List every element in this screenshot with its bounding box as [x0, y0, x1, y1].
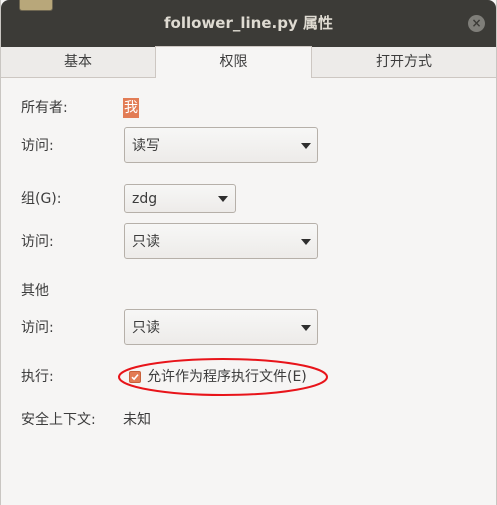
owner-access-value: 读写 — [132, 138, 160, 154]
check-icon — [131, 374, 139, 381]
close-icon: × — [471, 16, 482, 30]
window-title: follower_line.py 属性 — [164, 14, 333, 32]
owner-label: 所有者: — [21, 100, 68, 116]
group-access-dropdown[interactable]: 只读 — [124, 223, 318, 259]
execute-label: 执行: — [21, 369, 54, 385]
close-button[interactable]: × — [468, 15, 485, 32]
owner-value: 我 — [123, 98, 139, 118]
tab-basic[interactable]: 基本 — [1, 47, 155, 77]
properties-dialog: follower_line.py 属性 × 基本 权限 打开方式 所有者: 我 … — [0, 0, 497, 505]
others-label: 其他 — [21, 283, 49, 299]
execute-checkbox-label[interactable]: 允许作为程序执行文件(E) — [147, 367, 307, 387]
chevron-down-icon — [301, 325, 311, 331]
group-access-value: 只读 — [132, 234, 160, 250]
owner-access-label: 访问: — [21, 138, 54, 154]
tab-permissions[interactable]: 权限 — [155, 46, 312, 78]
chevron-down-icon — [301, 239, 311, 245]
chevron-down-icon — [218, 196, 228, 202]
group-value: zdg — [132, 191, 158, 207]
chevron-down-icon — [301, 143, 311, 149]
others-access-dropdown[interactable]: 只读 — [124, 309, 318, 345]
group-dropdown[interactable]: zdg — [124, 184, 236, 213]
security-context-value: 未知 — [123, 412, 151, 428]
owner-access-dropdown[interactable]: 读写 — [124, 127, 318, 163]
security-context-label: 安全上下文: — [21, 412, 96, 428]
group-access-label: 访问: — [21, 234, 54, 250]
title-bar: follower_line.py 属性 × — [1, 0, 496, 47]
others-access-value: 只读 — [132, 320, 160, 336]
tab-bar: 基本 权限 打开方式 — [1, 46, 496, 78]
others-access-label: 访问: — [21, 320, 54, 336]
tab-open-with[interactable]: 打开方式 — [312, 47, 496, 77]
group-label: 组(G): — [21, 191, 62, 207]
execute-checkbox[interactable] — [129, 371, 141, 383]
